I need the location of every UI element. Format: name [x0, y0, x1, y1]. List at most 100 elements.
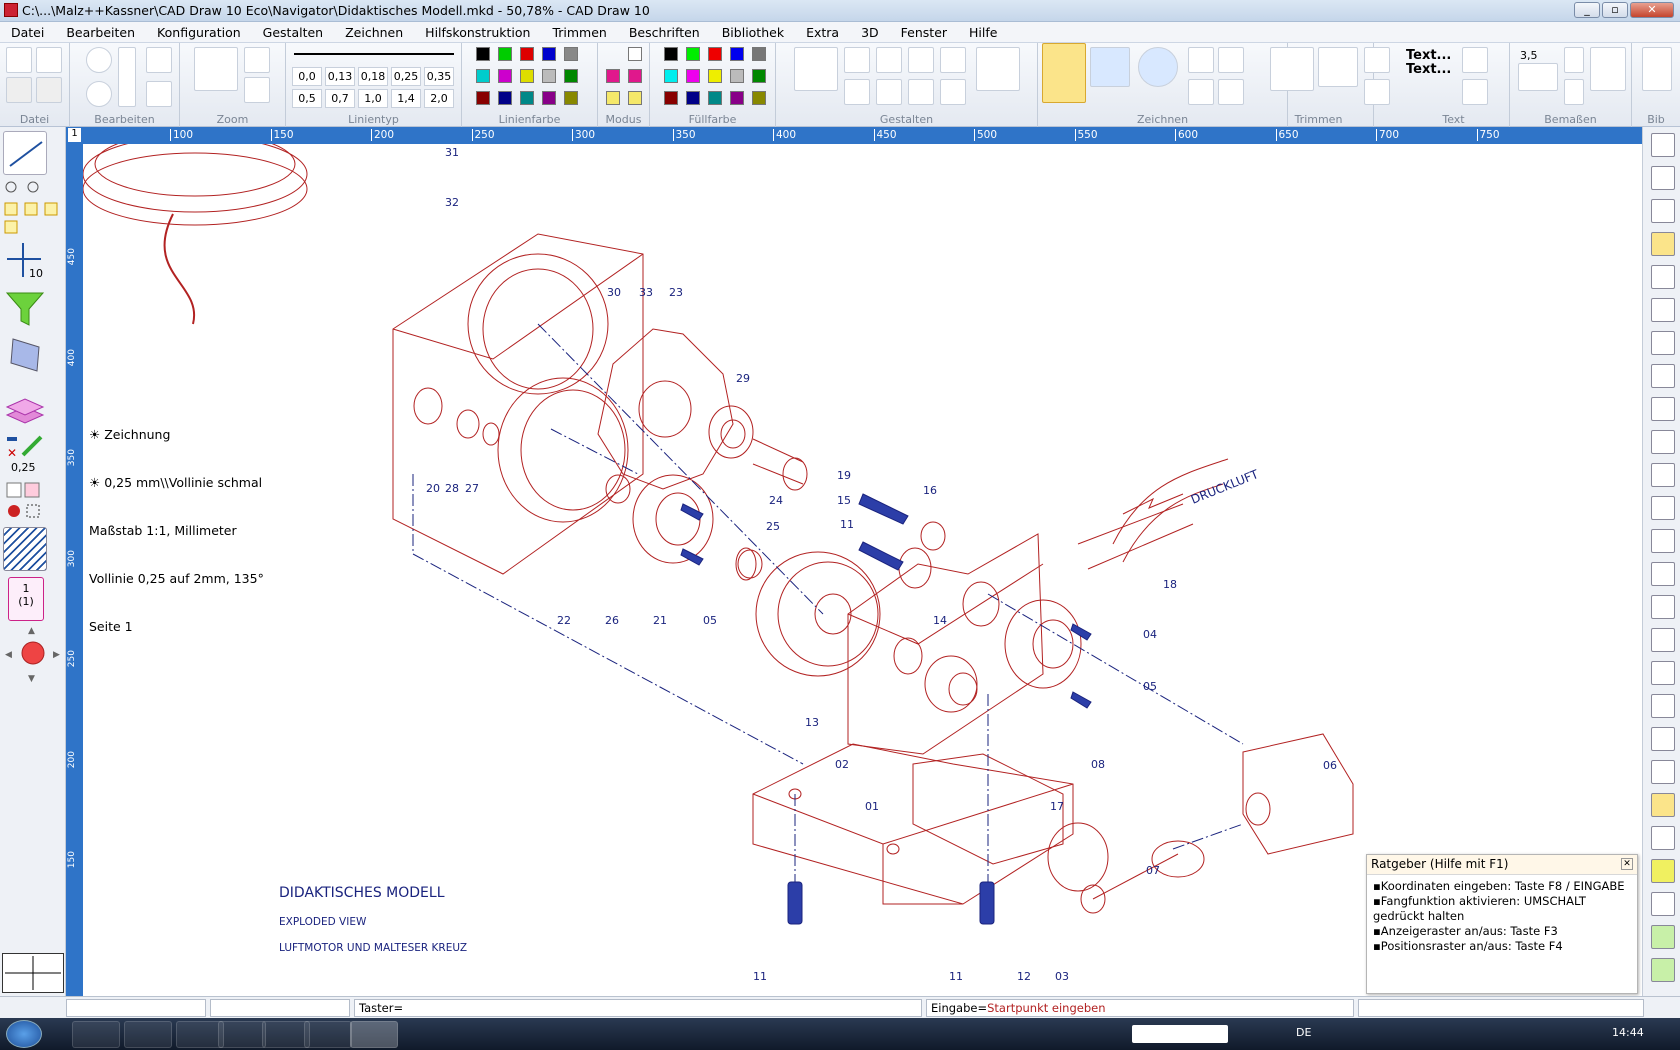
group-objects-button[interactable] — [876, 79, 902, 105]
line-width-option[interactable]: 0,13 — [325, 67, 355, 86]
view-3d-button[interactable] — [1651, 859, 1675, 883]
view-3d-button[interactable] — [1651, 925, 1675, 949]
fill-color-swatch[interactable] — [664, 91, 678, 105]
coordinate-tools[interactable] — [3, 479, 47, 523]
page-selector[interactable]: 1 (1) — [8, 577, 44, 621]
line-color-swatch[interactable] — [542, 69, 556, 83]
line-color-swatch[interactable] — [476, 47, 490, 61]
line-color-swatch[interactable] — [520, 69, 534, 83]
rotate-button[interactable] — [940, 47, 966, 73]
edit-tools-button[interactable] — [118, 47, 136, 107]
close-button[interactable]: ✕ — [1630, 2, 1674, 18]
line-color-swatch[interactable] — [498, 69, 512, 83]
line-width-option[interactable]: 0,7 — [325, 89, 355, 108]
freeform-button[interactable] — [1218, 79, 1244, 105]
menu-datei[interactable]: Datei — [0, 25, 55, 40]
view-3d-button[interactable] — [1651, 529, 1675, 553]
arrange-button[interactable] — [794, 47, 838, 91]
pen-settings-icon[interactable]: ✕ 0,25 — [3, 433, 47, 477]
menu-fenster[interactable]: Fenster — [890, 25, 958, 40]
media-task-icon[interactable] — [218, 1021, 266, 1048]
menu-bearbeiten[interactable]: Bearbeiten — [55, 25, 146, 40]
dim-radius-button[interactable] — [1564, 47, 1584, 73]
print-button[interactable] — [36, 77, 62, 103]
view-3d-button[interactable] — [1651, 694, 1675, 718]
view-3d-button[interactable] — [1651, 331, 1675, 355]
fill-color-swatch[interactable] — [730, 47, 744, 61]
line-color-swatch[interactable] — [564, 69, 578, 83]
language-indicator[interactable]: DE — [1296, 1026, 1311, 1039]
line-width-option[interactable]: 0,0 — [292, 67, 322, 86]
line-color-swatch[interactable] — [520, 47, 534, 61]
hatch-button[interactable] — [1188, 79, 1214, 105]
explorer-task-icon[interactable] — [262, 1021, 310, 1048]
undo-button[interactable] — [86, 47, 112, 73]
draw-arc2-button[interactable] — [1218, 47, 1244, 73]
minimize-button[interactable]: _ — [1574, 2, 1600, 18]
menu-beschriften[interactable]: Beschriften — [618, 25, 711, 40]
view-3d-button[interactable] — [1651, 232, 1675, 256]
view-3d-button[interactable] — [1651, 364, 1675, 388]
fill-color-swatch[interactable] — [730, 69, 744, 83]
line-color-swatch[interactable] — [476, 91, 490, 105]
text-tool-button[interactable]: Text... Text... — [1406, 49, 1451, 77]
zoom-window-button[interactable] — [194, 47, 238, 91]
line-color-swatch[interactable] — [564, 91, 578, 105]
line-width-option[interactable]: 0,18 — [358, 67, 388, 86]
eingabe-field[interactable]: Eingabe=Startpunkt eingeben — [926, 999, 1354, 1017]
snap-tools[interactable] — [3, 179, 58, 235]
text-search-button[interactable] — [146, 47, 172, 73]
line-width-option[interactable]: 1,4 — [391, 89, 421, 108]
draw-rectangle-button[interactable] — [1090, 47, 1130, 87]
library-button[interactable] — [1642, 47, 1672, 91]
new-file-button[interactable] — [6, 47, 32, 73]
view-3d-button[interactable] — [1651, 496, 1675, 520]
view-3d-button[interactable] — [1651, 958, 1675, 982]
pdf-task-icon[interactable] — [304, 1021, 352, 1048]
fill-color-swatch[interactable] — [686, 69, 700, 83]
search-icon[interactable] — [146, 81, 172, 107]
line-tool-icon[interactable] — [3, 131, 47, 175]
copy-button[interactable] — [876, 47, 902, 73]
view-3d-button[interactable] — [1651, 562, 1675, 586]
caddraw-task-icon[interactable] — [350, 1021, 398, 1048]
line-width-option[interactable]: 0,25 — [391, 67, 421, 86]
open-file-button[interactable] — [36, 47, 62, 73]
filter-funnel-icon[interactable] — [3, 287, 47, 331]
menu-hilfe[interactable]: Hilfe — [958, 25, 1008, 40]
hatch-pattern-icon[interactable] — [3, 527, 47, 571]
mode-fill-outline[interactable] — [628, 69, 642, 83]
fill-color-swatch[interactable] — [752, 91, 766, 105]
line-width-option[interactable]: 1,0 — [358, 89, 388, 108]
fill-color-swatch[interactable] — [664, 47, 678, 61]
line-width-option[interactable]: 0,35 — [424, 67, 454, 86]
view-3d-button[interactable] — [1651, 463, 1675, 487]
taskbar-search-input[interactable] — [1132, 1025, 1228, 1043]
move-button[interactable] — [844, 79, 870, 105]
id-button[interactable] — [1364, 47, 1390, 73]
line-color-swatch[interactable] — [476, 69, 490, 83]
grid-snap-icon[interactable]: 10 — [3, 239, 47, 283]
stretch-button[interactable] — [908, 79, 934, 105]
menu-trimmen[interactable]: Trimmen — [541, 25, 617, 40]
view-3d-button[interactable] — [1651, 595, 1675, 619]
mode-fill[interactable] — [606, 69, 620, 83]
maximize-button[interactable]: ▫ — [1602, 2, 1628, 18]
line-width-option[interactable]: 2,0 — [424, 89, 454, 108]
menu-hilfskonstruktion[interactable]: Hilfskonstruktion — [414, 25, 541, 40]
menu-konfiguration[interactable]: Konfiguration — [146, 25, 252, 40]
folder-task-icon[interactable] — [176, 1021, 224, 1048]
mode-pattern[interactable] — [606, 91, 620, 105]
menu-gestalten[interactable]: Gestalten — [252, 25, 334, 40]
view-3d-button[interactable] — [1651, 430, 1675, 454]
fill-color-swatch[interactable] — [686, 91, 700, 105]
dim-chain-button[interactable] — [1590, 47, 1626, 91]
menu-3d[interactable]: 3D — [850, 25, 890, 40]
line-color-swatch[interactable] — [498, 91, 512, 105]
draw-line-button[interactable] — [1042, 43, 1086, 103]
trim-area-button[interactable] — [1318, 47, 1358, 87]
zoom-in-button[interactable] — [244, 47, 270, 73]
view-3d-button[interactable] — [1651, 133, 1675, 157]
zoom-out-button[interactable] — [244, 77, 270, 103]
view-3d-button[interactable] — [1651, 727, 1675, 751]
